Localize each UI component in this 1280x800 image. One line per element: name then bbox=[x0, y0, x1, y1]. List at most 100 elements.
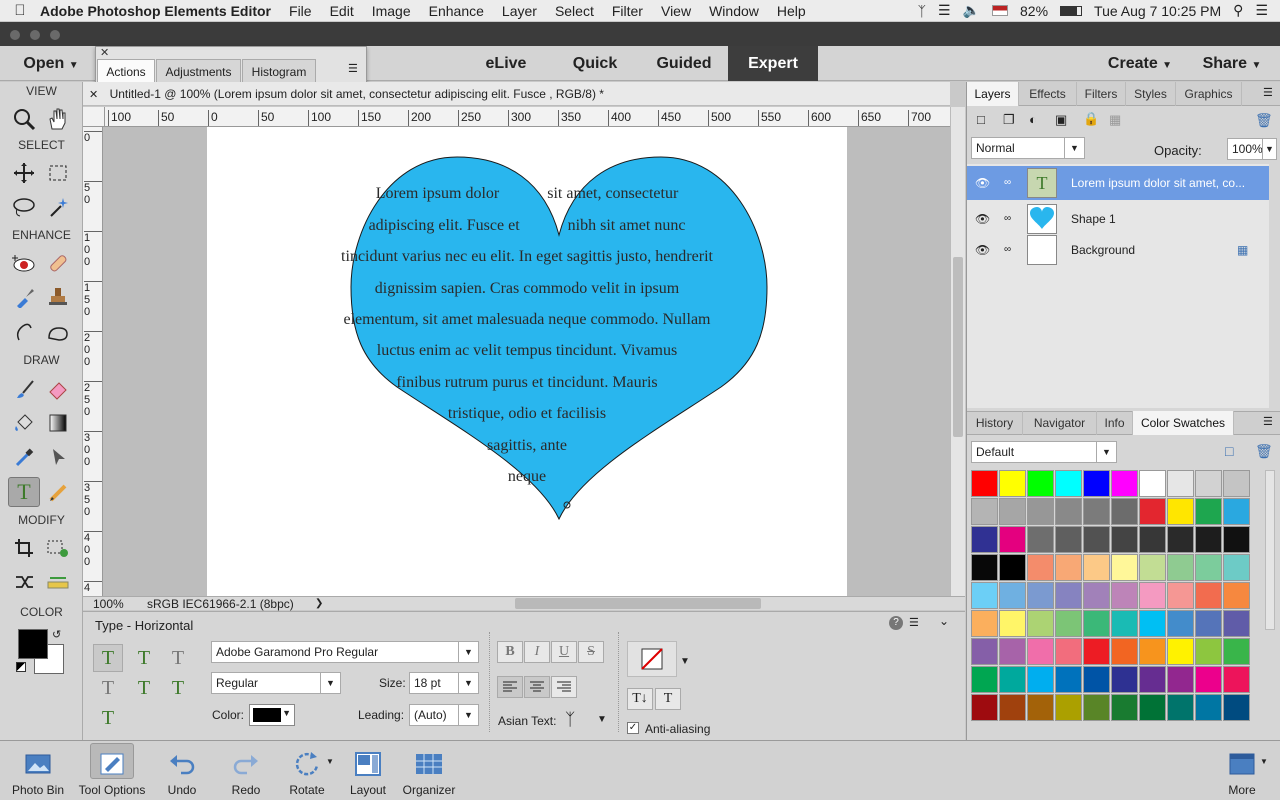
color-swatch[interactable] bbox=[1055, 666, 1082, 693]
straighten-tool-icon[interactable] bbox=[42, 567, 74, 597]
strikethrough-button[interactable]: S bbox=[578, 641, 604, 663]
warp-text-icon[interactable]: T bbox=[655, 688, 681, 710]
apple-icon[interactable]:  bbox=[0, 2, 40, 19]
color-swatch[interactable] bbox=[971, 694, 998, 721]
options-menu-icon[interactable]: ☰ bbox=[909, 616, 919, 629]
paint-bucket-icon[interactable] bbox=[8, 408, 40, 438]
color-swatch[interactable] bbox=[1139, 470, 1166, 497]
color-swatch[interactable] bbox=[1139, 526, 1166, 553]
color-swatch[interactable] bbox=[971, 582, 998, 609]
menu-window[interactable]: Window bbox=[709, 3, 759, 19]
default-colors-icon[interactable] bbox=[16, 662, 26, 672]
lasso-tool-icon[interactable] bbox=[8, 192, 40, 222]
magic-wand-icon[interactable] bbox=[42, 192, 74, 222]
document-canvas[interactable]: Lorem ipsum dolor sit amet, consectetur … bbox=[207, 127, 847, 597]
color-swatch[interactable] bbox=[1139, 610, 1166, 637]
color-swatch[interactable] bbox=[1195, 638, 1222, 665]
color-swatch[interactable] bbox=[999, 526, 1026, 553]
color-swatch[interactable] bbox=[1223, 638, 1250, 665]
pencil-tool-icon[interactable] bbox=[42, 477, 74, 507]
redo-button[interactable]: Redo bbox=[220, 741, 272, 800]
font-size-dropdown[interactable]: 18 pt ▼ bbox=[409, 672, 479, 694]
eyedropper-icon[interactable] bbox=[8, 442, 40, 472]
heart-text-line[interactable]: finibus rutrum purus et tincidunt. Mauri… bbox=[207, 374, 847, 392]
color-swatch[interactable] bbox=[1027, 526, 1054, 553]
menu-enhance[interactable]: Enhance bbox=[429, 3, 484, 19]
delete-layer-icon[interactable]: 🗑 bbox=[1255, 112, 1273, 129]
mode-expert[interactable]: Expert bbox=[728, 46, 818, 81]
text-on-path-icon[interactable]: T bbox=[93, 704, 123, 732]
color-swatch[interactable] bbox=[1055, 554, 1082, 581]
layout-button[interactable]: Layout bbox=[342, 741, 394, 800]
color-swatch[interactable] bbox=[999, 638, 1026, 665]
color-swatch[interactable] bbox=[1167, 610, 1194, 637]
swap-colors-icon[interactable]: ↺ bbox=[52, 628, 61, 641]
more-button[interactable]: ▼ More bbox=[1214, 741, 1270, 800]
flag-icon[interactable] bbox=[992, 5, 1009, 16]
color-swatch[interactable] bbox=[1111, 582, 1138, 609]
color-swatch[interactable] bbox=[1139, 666, 1166, 693]
color-swatch[interactable] bbox=[1027, 610, 1054, 637]
color-swatch[interactable] bbox=[1083, 666, 1110, 693]
canvas-area[interactable]: Lorem ipsum dolor sit amet, consectetur … bbox=[103, 127, 950, 597]
tool-options-button[interactable]: Tool Options bbox=[74, 741, 150, 800]
gradient-tool-icon[interactable] bbox=[42, 408, 74, 438]
opacity-field[interactable]: 100% ▼ bbox=[1227, 138, 1277, 160]
document-tab[interactable]: ✕ Untitled-1 @ 100% (Lorem ipsum dolor s… bbox=[83, 82, 950, 106]
color-swatch[interactable] bbox=[1083, 498, 1110, 525]
italic-button[interactable]: I bbox=[524, 641, 550, 663]
color-swatch[interactable] bbox=[999, 470, 1026, 497]
heart-text-line[interactable]: elementum, sit amet malesuada neque comm… bbox=[207, 311, 847, 329]
layer-link-icon[interactable]: ∞ bbox=[1004, 202, 1011, 236]
battery-icon[interactable] bbox=[1060, 5, 1083, 16]
tab-histogram[interactable]: Histogram bbox=[242, 59, 316, 83]
color-swatch[interactable] bbox=[1167, 694, 1194, 721]
color-swatch[interactable] bbox=[971, 610, 998, 637]
color-swatch[interactable] bbox=[999, 554, 1026, 581]
heart-text-line[interactable]: tincidunt varius nec eu elit. In eget sa… bbox=[207, 248, 847, 266]
create-button[interactable]: Create ▼ bbox=[1100, 46, 1180, 81]
color-swatch[interactable] bbox=[971, 526, 998, 553]
color-swatch[interactable] bbox=[1027, 470, 1054, 497]
notification-center-icon[interactable]: ☰ bbox=[1255, 2, 1268, 19]
close-document-icon[interactable]: ✕ bbox=[89, 89, 98, 101]
asian-text-icon[interactable]: ᛉ bbox=[565, 710, 575, 730]
layers-panel-menu-icon[interactable]: ☰ bbox=[1263, 86, 1273, 99]
wifi-icon[interactable]: ☰ bbox=[938, 2, 951, 19]
vertical-scroll-thumb[interactable] bbox=[953, 257, 963, 437]
color-swatch[interactable] bbox=[1195, 610, 1222, 637]
tab-actions[interactable]: Actions bbox=[97, 59, 155, 83]
blend-mode-dropdown[interactable]: Normal ▼ bbox=[971, 137, 1085, 159]
mode-elive[interactable]: eLive bbox=[468, 46, 544, 81]
heart-text-line[interactable]: sagittis, ante bbox=[207, 437, 847, 455]
menu-image[interactable]: Image bbox=[372, 3, 411, 19]
align-left-button[interactable] bbox=[497, 676, 523, 698]
tab-color-swatches[interactable]: Color Swatches bbox=[1133, 411, 1234, 435]
horizontal-scroll-thumb[interactable] bbox=[515, 598, 761, 609]
color-swatch[interactable] bbox=[1055, 610, 1082, 637]
color-swatch[interactable] bbox=[1111, 638, 1138, 665]
color-swatch[interactable] bbox=[999, 666, 1026, 693]
minimize-window-button[interactable] bbox=[30, 30, 40, 40]
color-swatch[interactable] bbox=[1195, 526, 1222, 553]
layer-mask-icon[interactable]: ▣ bbox=[1055, 112, 1067, 128]
color-swatch[interactable] bbox=[999, 694, 1026, 721]
color-swatch[interactable] bbox=[1111, 470, 1138, 497]
panel-menu-icon[interactable]: ☰ bbox=[348, 62, 358, 75]
color-swatch[interactable] bbox=[971, 498, 998, 525]
menu-view[interactable]: View bbox=[661, 3, 691, 19]
color-swatch[interactable] bbox=[1139, 554, 1166, 581]
color-swatch[interactable] bbox=[1083, 694, 1110, 721]
red-eye-tool-icon[interactable] bbox=[8, 248, 40, 278]
color-swatch[interactable] bbox=[1167, 554, 1194, 581]
app-name-menu[interactable]: Adobe Photoshop Elements Editor bbox=[40, 3, 271, 19]
menu-edit[interactable]: Edit bbox=[330, 3, 354, 19]
swatches-panel-menu-icon[interactable]: ☰ bbox=[1263, 415, 1273, 428]
delete-swatch-icon[interactable]: 🗑 bbox=[1255, 443, 1273, 460]
color-swatch[interactable] bbox=[1111, 554, 1138, 581]
color-swatch[interactable] bbox=[1083, 582, 1110, 609]
color-swatch[interactable] bbox=[1027, 694, 1054, 721]
leading-dropdown[interactable]: (Auto) ▼ bbox=[409, 704, 479, 726]
text-style-picker[interactable] bbox=[627, 641, 677, 677]
layer-link-icon[interactable]: ∞ bbox=[1004, 166, 1011, 200]
